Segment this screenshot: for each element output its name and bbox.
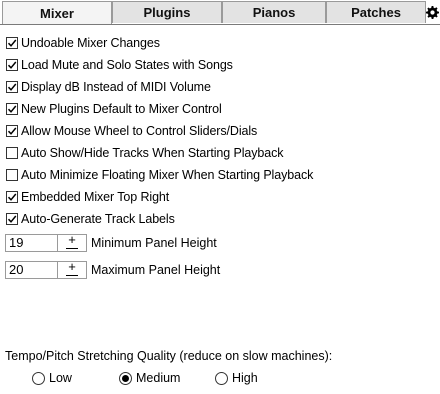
tab-patches-label: Patches <box>351 5 401 20</box>
option-display-db[interactable]: Display dB Instead of MIDI Volume <box>6 77 211 97</box>
radio-label: Medium <box>136 371 181 385</box>
checkbox[interactable] <box>6 169 18 181</box>
tab-mixer[interactable]: Mixer <box>2 1 112 24</box>
min-panel-height-stepper[interactable]: + <box>57 233 87 252</box>
min-panel-height-row: 19 + Minimum Panel Height <box>5 232 217 253</box>
checkbox[interactable] <box>6 213 18 225</box>
decrement-button[interactable] <box>66 274 78 276</box>
max-panel-height-value: 20 <box>9 262 24 277</box>
option-label: Allow Mouse Wheel to Control Sliders/Dia… <box>21 124 258 138</box>
radio-selected-dot <box>122 374 129 382</box>
increment-button[interactable]: + <box>68 233 76 246</box>
tab-pianos-label: Pianos <box>252 5 296 20</box>
tempo-quality-label: Tempo/Pitch Stretching Quality (reduce o… <box>5 349 333 363</box>
checkbox[interactable] <box>6 37 18 49</box>
radio-label: High <box>232 371 258 385</box>
min-panel-height-value: 19 <box>9 235 24 250</box>
radio-label: Low <box>49 371 72 385</box>
max-panel-height-stepper[interactable]: + <box>57 260 87 279</box>
option-mouse-wheel[interactable]: Allow Mouse Wheel to Control Sliders/Dia… <box>6 121 257 141</box>
tab-patches[interactable]: Patches <box>326 1 426 23</box>
min-panel-height-label: Minimum Panel Height <box>91 235 217 250</box>
checkbox[interactable] <box>6 81 18 93</box>
option-new-plugins-mixer-control[interactable]: New Plugins Default to Mixer Control <box>6 99 222 119</box>
option-label: Display dB Instead of MIDI Volume <box>21 80 211 94</box>
gear-icon[interactable] <box>425 3 439 21</box>
checkbox[interactable] <box>6 147 18 159</box>
max-panel-height-label: Maximum Panel Height <box>91 262 221 277</box>
checkbox[interactable] <box>6 103 18 115</box>
tab-pianos[interactable]: Pianos <box>222 1 326 23</box>
option-auto-show-hide-tracks[interactable]: Auto Show/Hide Tracks When Starting Play… <box>6 143 284 163</box>
option-load-mute-solo[interactable]: Load Mute and Solo States with Songs <box>6 55 233 75</box>
tab-mixer-label: Mixer <box>40 5 74 21</box>
increment-button[interactable]: + <box>68 260 76 273</box>
checkbox[interactable] <box>6 125 18 137</box>
max-panel-height-input[interactable]: 20 <box>5 260 57 279</box>
option-label: Load Mute and Solo States with Songs <box>21 58 233 72</box>
option-auto-generate-track-labels[interactable]: Auto-Generate Track Labels <box>6 209 175 229</box>
option-label: Auto Minimize Floating Mixer When Starti… <box>21 168 314 182</box>
option-undoable-mixer-changes[interactable]: Undoable Mixer Changes <box>6 33 160 53</box>
radio-button[interactable] <box>32 371 45 385</box>
checkbox[interactable] <box>6 191 18 203</box>
checkbox[interactable] <box>6 59 18 71</box>
option-label: Auto Show/Hide Tracks When Starting Play… <box>21 146 284 160</box>
radio-medium[interactable]: Medium <box>119 369 180 387</box>
radio-low[interactable]: Low <box>32 369 72 387</box>
option-label: Auto-Generate Track Labels <box>21 212 175 226</box>
radio-high[interactable]: High <box>215 369 258 387</box>
option-label: New Plugins Default to Mixer Control <box>21 102 222 116</box>
option-embedded-mixer-top-right[interactable]: Embedded Mixer Top Right <box>6 187 169 207</box>
option-label: Embedded Mixer Top Right <box>21 190 170 204</box>
option-label: Undoable Mixer Changes <box>21 36 160 50</box>
max-panel-height-row: 20 + Maximum Panel Height <box>5 259 220 280</box>
radio-button[interactable] <box>119 371 132 385</box>
tab-plugins-label: Plugins <box>143 5 191 20</box>
decrement-button[interactable] <box>66 247 78 249</box>
radio-button[interactable] <box>215 371 228 385</box>
tab-strip: Mixer Plugins Pianos Patches <box>0 0 440 25</box>
option-auto-minimize-mixer[interactable]: Auto Minimize Floating Mixer When Starti… <box>6 165 313 185</box>
tab-plugins[interactable]: Plugins <box>112 1 222 23</box>
min-panel-height-input[interactable]: 19 <box>5 233 57 252</box>
